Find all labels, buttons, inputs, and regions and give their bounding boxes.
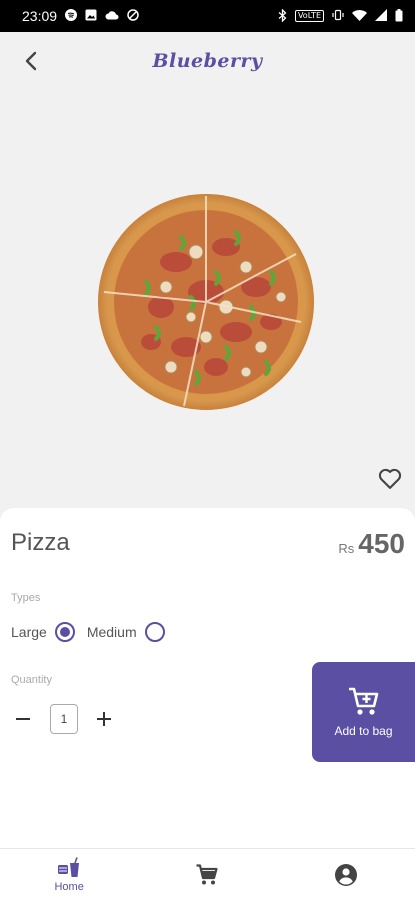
data-saver-icon <box>127 9 139 23</box>
status-bar: 23:09 VoLTE <box>0 0 415 32</box>
product-details-card: Pizza Rs 450 Types Large Medium Quantity… <box>0 508 415 848</box>
status-right: VoLTE <box>278 7 403 24</box>
cloud-icon <box>105 10 119 22</box>
type-option-label: Medium <box>86 624 137 640</box>
decrement-button[interactable] <box>12 708 34 730</box>
account-icon <box>334 863 357 886</box>
add-to-bag-label: Add to bag <box>334 724 393 738</box>
signal-icon <box>375 9 387 23</box>
bottom-navigation: Home <box>0 848 415 900</box>
product-image <box>96 192 316 412</box>
brand-logo: Blueberry <box>152 50 263 72</box>
type-option-medium[interactable]: Medium <box>87 622 165 642</box>
type-option-large[interactable]: Large <box>11 622 75 642</box>
types-label: Types <box>11 592 41 604</box>
spotify-icon <box>65 9 78 23</box>
type-option-label: Large <box>11 624 47 640</box>
increment-button[interactable] <box>93 708 115 730</box>
radio-unchecked-icon[interactable] <box>144 622 165 642</box>
type-options: Large Medium <box>11 622 177 642</box>
favorite-button[interactable] <box>376 464 404 492</box>
vibrate-icon <box>332 9 344 23</box>
gallery-icon <box>85 9 97 23</box>
cart-icon <box>196 863 219 884</box>
nav-item-cart[interactable] <box>157 863 257 887</box>
wifi-icon <box>352 9 367 23</box>
cart-plus-icon <box>348 687 378 715</box>
price-currency: Rs <box>338 541 355 556</box>
plus-icon <box>97 712 111 726</box>
battery-icon <box>395 8 403 24</box>
nav-label-home: Home <box>54 880 84 893</box>
nav-item-account[interactable] <box>296 863 396 887</box>
minus-icon <box>16 718 30 720</box>
price-value: 450 <box>358 528 405 559</box>
add-to-bag-button[interactable]: Add to bag <box>312 662 415 762</box>
quantity-value[interactable]: 1 <box>50 704 78 734</box>
home-food-icon <box>58 856 80 877</box>
pizza-illustration <box>98 194 314 410</box>
status-left: 23:09 <box>22 8 139 24</box>
radio-checked-icon[interactable] <box>54 622 75 642</box>
status-time: 23:09 <box>22 8 58 24</box>
volte-badge: VoLTE <box>294 10 324 22</box>
nav-item-home[interactable]: Home <box>19 856 119 893</box>
heart-outline-icon <box>378 468 402 489</box>
product-hero: Blueberry <box>0 32 415 522</box>
product-price: Rs 450 <box>338 528 405 560</box>
quantity-stepper: 1 <box>12 704 115 734</box>
bluetooth-icon <box>278 7 287 24</box>
quantity-label: Quantity <box>11 674 52 686</box>
product-name: Pizza <box>11 529 70 556</box>
